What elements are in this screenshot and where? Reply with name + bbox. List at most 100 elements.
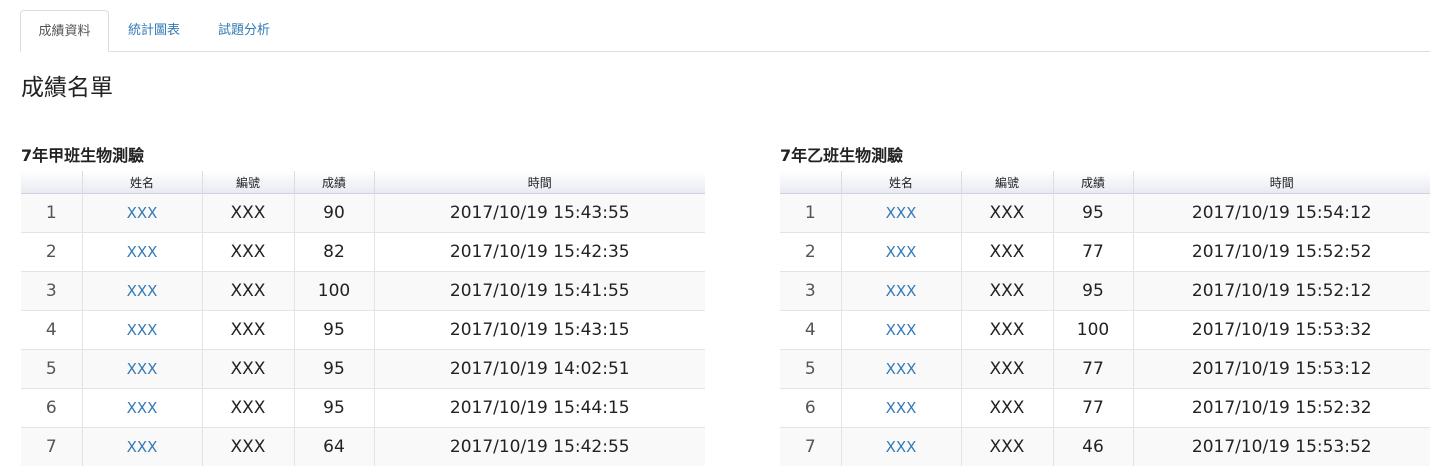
row-index-cell: 6 bbox=[21, 389, 82, 428]
table-row: 2XXXXXX822017/10/19 15:42:35 bbox=[21, 233, 705, 272]
table-header-row: 姓名 編號 成績 時間 bbox=[780, 171, 1430, 194]
row-index-cell: 2 bbox=[21, 233, 82, 272]
row-index-cell: 2 bbox=[780, 233, 841, 272]
student-name-link[interactable]: XXX bbox=[886, 438, 917, 456]
table-row: 1XXXXXX902017/10/19 15:43:55 bbox=[21, 194, 705, 233]
student-name-link[interactable]: XXX bbox=[127, 438, 158, 456]
score-table: 姓名 編號 成績 時間 1XXXXXX902017/10/19 15:43:55… bbox=[21, 171, 705, 466]
header-id[interactable]: 編號 bbox=[202, 171, 294, 194]
score-table: 姓名 編號 成績 時間 1XXXXXX952017/10/19 15:54:12… bbox=[780, 171, 1430, 466]
score-cell: 77 bbox=[1053, 233, 1133, 272]
student-name-link[interactable]: XXX bbox=[886, 204, 917, 222]
table-row: 5XXXXXX772017/10/19 15:53:12 bbox=[780, 350, 1430, 389]
score-cell: 100 bbox=[1053, 311, 1133, 350]
time-cell: 2017/10/19 15:41:55 bbox=[374, 272, 705, 311]
header-index bbox=[780, 171, 841, 194]
student-name-cell: XXX bbox=[841, 194, 961, 233]
header-time[interactable]: 時間 bbox=[374, 171, 705, 194]
table-row: 3XXXXXX1002017/10/19 15:41:55 bbox=[21, 272, 705, 311]
time-cell: 2017/10/19 15:52:52 bbox=[1133, 233, 1430, 272]
table-row: 3XXXXXX952017/10/19 15:52:12 bbox=[780, 272, 1430, 311]
tab-bar: 成績資料 統計圖表 試題分析 bbox=[20, 10, 1430, 52]
time-cell: 2017/10/19 15:53:12 bbox=[1133, 350, 1430, 389]
score-cell: 77 bbox=[1053, 389, 1133, 428]
header-time[interactable]: 時間 bbox=[1133, 171, 1430, 194]
row-index-cell: 6 bbox=[780, 389, 841, 428]
student-name-link[interactable]: XXX bbox=[127, 360, 158, 378]
row-index-cell: 7 bbox=[780, 428, 841, 466]
student-name-link[interactable]: XXX bbox=[886, 321, 917, 339]
tab-score-data[interactable]: 成績資料 bbox=[20, 10, 109, 52]
score-cell: 77 bbox=[1053, 350, 1133, 389]
table-row: 4XXXXXX952017/10/19 15:43:15 bbox=[21, 311, 705, 350]
row-index-cell: 3 bbox=[21, 272, 82, 311]
student-id-cell: XXX bbox=[961, 389, 1053, 428]
student-id-cell: XXX bbox=[202, 194, 294, 233]
student-name-cell: XXX bbox=[82, 389, 202, 428]
student-name-link[interactable]: XXX bbox=[886, 243, 917, 261]
table-title: 7年甲班生物測驗 bbox=[21, 143, 705, 171]
table-row: 1XXXXXX952017/10/19 15:54:12 bbox=[780, 194, 1430, 233]
table-row: 4XXXXXX1002017/10/19 15:53:32 bbox=[780, 311, 1430, 350]
student-name-cell: XXX bbox=[841, 233, 961, 272]
student-id-cell: XXX bbox=[961, 311, 1053, 350]
header-score[interactable]: 成績 bbox=[1053, 171, 1133, 194]
score-cell: 95 bbox=[294, 350, 374, 389]
time-cell: 2017/10/19 15:42:35 bbox=[374, 233, 705, 272]
student-id-cell: XXX bbox=[202, 428, 294, 466]
student-name-link[interactable]: XXX bbox=[127, 321, 158, 339]
table-header-row: 姓名 編號 成績 時間 bbox=[21, 171, 705, 194]
student-name-link[interactable]: XXX bbox=[127, 243, 158, 261]
row-index-cell: 1 bbox=[780, 194, 841, 233]
tab-statistics-charts[interactable]: 統計圖表 bbox=[109, 10, 199, 51]
row-index-cell: 4 bbox=[780, 311, 841, 350]
student-name-cell: XXX bbox=[841, 428, 961, 466]
row-index-cell: 3 bbox=[780, 272, 841, 311]
score-cell: 95 bbox=[1053, 272, 1133, 311]
student-name-link[interactable]: XXX bbox=[886, 360, 917, 378]
score-cell: 46 bbox=[1053, 428, 1133, 466]
time-cell: 2017/10/19 15:43:15 bbox=[374, 311, 705, 350]
header-index bbox=[21, 171, 82, 194]
student-name-cell: XXX bbox=[82, 194, 202, 233]
student-name-link[interactable]: XXX bbox=[886, 282, 917, 300]
table-row: 7XXXXXX462017/10/19 15:53:52 bbox=[780, 428, 1430, 466]
table-title: 7年乙班生物測驗 bbox=[780, 143, 1430, 171]
student-name-cell: XXX bbox=[841, 272, 961, 311]
header-id[interactable]: 編號 bbox=[961, 171, 1053, 194]
student-id-cell: XXX bbox=[202, 311, 294, 350]
header-name[interactable]: 姓名 bbox=[841, 171, 961, 194]
header-name[interactable]: 姓名 bbox=[82, 171, 202, 194]
table-row: 7XXXXXX642017/10/19 15:42:55 bbox=[21, 428, 705, 466]
time-cell: 2017/10/19 15:44:15 bbox=[374, 389, 705, 428]
time-cell: 2017/10/19 15:54:12 bbox=[1133, 194, 1430, 233]
time-cell: 2017/10/19 15:42:55 bbox=[374, 428, 705, 466]
table-row: 5XXXXXX952017/10/19 14:02:51 bbox=[21, 350, 705, 389]
student-name-cell: XXX bbox=[82, 233, 202, 272]
score-table-section-class-a: 7年甲班生物測驗 姓名 編號 成績 時間 1XXXXXX902017/10/19… bbox=[21, 143, 705, 466]
student-name-link[interactable]: XXX bbox=[127, 399, 158, 417]
student-name-cell: XXX bbox=[82, 311, 202, 350]
row-index-cell: 5 bbox=[21, 350, 82, 389]
student-name-link[interactable]: XXX bbox=[127, 204, 158, 222]
student-id-cell: XXX bbox=[961, 233, 1053, 272]
student-name-cell: XXX bbox=[82, 350, 202, 389]
score-cell: 95 bbox=[294, 311, 374, 350]
student-name-cell: XXX bbox=[841, 311, 961, 350]
score-cell: 82 bbox=[294, 233, 374, 272]
table-row: 6XXXXXX952017/10/19 15:44:15 bbox=[21, 389, 705, 428]
student-id-cell: XXX bbox=[202, 389, 294, 428]
time-cell: 2017/10/19 15:52:12 bbox=[1133, 272, 1430, 311]
time-cell: 2017/10/19 15:52:32 bbox=[1133, 389, 1430, 428]
score-table-section-class-b: 7年乙班生物測驗 姓名 編號 成績 時間 1XXXXXX952017/10/19… bbox=[780, 143, 1430, 466]
student-id-cell: XXX bbox=[202, 233, 294, 272]
table-row: 2XXXXXX772017/10/19 15:52:52 bbox=[780, 233, 1430, 272]
student-name-link[interactable]: XXX bbox=[127, 282, 158, 300]
row-index-cell: 1 bbox=[21, 194, 82, 233]
time-cell: 2017/10/19 14:02:51 bbox=[374, 350, 705, 389]
tab-question-analysis[interactable]: 試題分析 bbox=[199, 10, 289, 51]
student-name-cell: XXX bbox=[82, 428, 202, 466]
header-score[interactable]: 成績 bbox=[294, 171, 374, 194]
page-title: 成績名單 bbox=[21, 68, 113, 102]
student-name-link[interactable]: XXX bbox=[886, 399, 917, 417]
